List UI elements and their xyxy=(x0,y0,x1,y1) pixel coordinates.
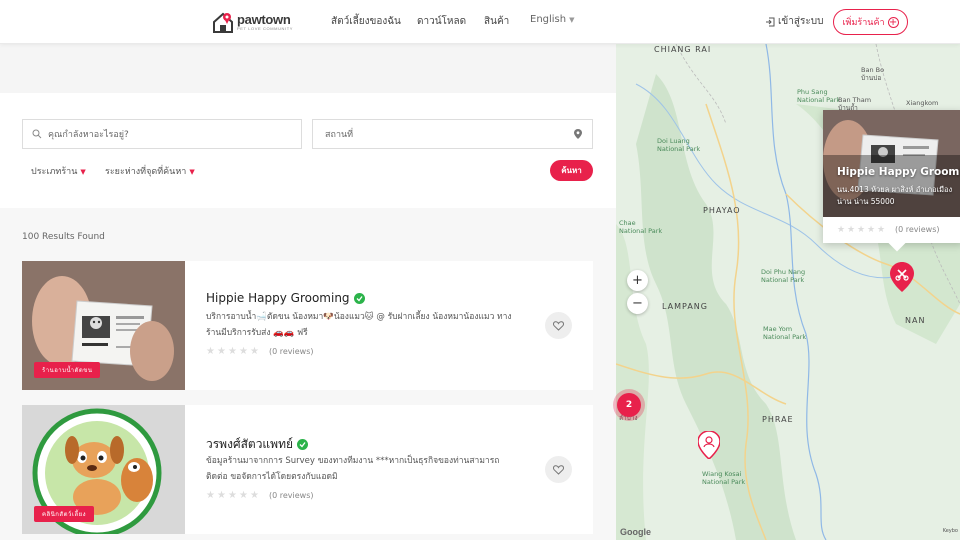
popup-title: Hippie Happy Grooming xyxy=(837,166,960,178)
distance-label: ระยะห่างที่จุดที่ค้นหา xyxy=(105,167,187,177)
login-link[interactable]: เข้าสู่ระบบ xyxy=(765,14,823,29)
star-icon: ★ xyxy=(239,346,248,357)
map-park-doi-luang: Doi Luang National Park xyxy=(657,137,701,153)
star-icon: ★ xyxy=(837,224,846,235)
star-icon: ★ xyxy=(217,346,226,357)
nav-download[interactable]: ดาวน์โหลด xyxy=(417,14,466,29)
category-badge: คลินิกสัตว์เลี้ยง xyxy=(34,506,95,522)
star-icon: ★ xyxy=(206,490,215,501)
listing-photo: ร้านอาบน้ำตัดขน xyxy=(22,261,185,390)
map-park-doi-phu-nang: Doi Phu Nang National Park xyxy=(761,268,806,284)
nav-my-pets[interactable]: สัตว์เลี้ยงของฉัน xyxy=(331,14,401,29)
listing-panel: คุณกำลังหาอะไรอยู่? สถานที่ ประเภทร้าน ▼ … xyxy=(0,44,616,540)
map-marker-grooming[interactable] xyxy=(890,262,914,292)
listing-title[interactable]: Hippie Happy Grooming xyxy=(206,291,365,305)
listing-card[interactable]: ร้านอาบน้ำตัดขน Hippie Happy Grooming บร… xyxy=(22,261,593,390)
search-placeholder: คุณกำลังหาอะไรอยู่? xyxy=(48,130,129,140)
listing-photo: คลินิกสัตว์เลี้ยง xyxy=(22,405,185,534)
popup-photo: Hippie Happy Grooming นน.4013 ห้วยล ผาสิ… xyxy=(823,110,960,217)
map-label-phrae: PHRAE xyxy=(762,415,794,424)
star-icon: ★ xyxy=(228,346,237,357)
listing-description: ข้อมูลร้านมาจากการ Survey ของทางทีมงาน *… xyxy=(206,456,500,482)
listing-name: Hippie Happy Grooming xyxy=(206,291,350,305)
zoom-out-button[interactable]: − xyxy=(627,293,648,314)
top-header: pawtown PET LOVE COMMUNITY สัตว์เลี้ยงขอ… xyxy=(0,0,960,44)
listing-card[interactable]: คลินิกสัตว์เลี้ยง วรพงศ์สัตวแพทย์ ข้อมูล… xyxy=(22,405,593,534)
results-count: 100 Results Found xyxy=(22,232,105,242)
map-town-ban-bo: Ban Bo บ้านบ่อ xyxy=(861,66,885,82)
listing-title[interactable]: วรพงศ์สัตวแพทย์ xyxy=(206,435,309,454)
favorite-button[interactable] xyxy=(545,456,572,483)
language-label: English xyxy=(530,14,567,25)
star-icon: ★ xyxy=(217,490,226,501)
category-badge: ร้านอาบน้ำตัดขน xyxy=(34,362,101,378)
house-pin-icon xyxy=(212,11,234,33)
search-icon xyxy=(32,129,42,139)
search-panel: คุณกำลังหาอะไรอยู่? สถานที่ ประเภทร้าน ▼ … xyxy=(0,93,616,208)
chevron-down-icon: ▼ xyxy=(80,168,86,176)
popup-rating: ★ ★ ★ ★ ★ (0 reviews) xyxy=(837,225,940,234)
map-park-wiang-kosai: Wiang Kosai National Park xyxy=(702,470,746,486)
pawtown-logo[interactable]: pawtown PET LOVE COMMUNITY xyxy=(212,10,293,34)
map-label-nan: NAN xyxy=(905,316,926,325)
heart-icon xyxy=(553,464,564,475)
map-label-lampang: LAMPANG xyxy=(662,302,708,311)
map-park-chae: Chae National Park xyxy=(619,219,663,235)
map-view[interactable]: CHIANG RAI PHAYAO LAMPANG PHRAE NAN Phu … xyxy=(616,44,960,540)
verified-check-icon xyxy=(297,439,309,450)
star-icon: ★ xyxy=(228,490,237,501)
login-label: เข้าสู่ระบบ xyxy=(778,16,824,27)
star-icon: ★ xyxy=(877,224,886,235)
store-type-label: ประเภทร้าน xyxy=(31,167,78,177)
rating-stars: ★ ★ ★ ★ ★ (0 reviews) xyxy=(206,346,314,357)
location-pin-icon xyxy=(574,129,582,139)
listing-name: วรพงศ์สัตวแพทย์ xyxy=(206,437,294,451)
language-selector[interactable]: English ▼ xyxy=(530,14,575,25)
review-count: (0 reviews) xyxy=(269,347,314,356)
map-info-popup[interactable]: Hippie Happy Grooming นน.4013 ห้วยล ผาสิ… xyxy=(823,110,960,252)
nav-products[interactable]: สินค้า xyxy=(484,14,509,29)
map-park-mae-yom: Mae Yom National Park xyxy=(763,325,807,341)
star-icon: ★ xyxy=(239,490,248,501)
google-attribution: Google xyxy=(620,527,651,537)
search-button[interactable]: ค้นหา xyxy=(550,160,593,181)
star-icon: ★ xyxy=(206,346,215,357)
brand-tagline: PET LOVE COMMUNITY xyxy=(237,26,294,31)
login-icon xyxy=(766,17,775,26)
location-input[interactable]: สถานที่ xyxy=(312,119,593,149)
location-placeholder: สถานที่ xyxy=(325,130,354,140)
star-icon: ★ xyxy=(857,224,866,235)
map-marker-clinic[interactable] xyxy=(698,431,720,459)
rating-stars: ★ ★ ★ ★ ★ (0 reviews) xyxy=(206,490,314,501)
map-label-phayao: PHAYAO xyxy=(703,206,741,215)
add-store-button[interactable]: เพิ่มร้านค้า + xyxy=(833,9,908,35)
popup-address: นน.4013 ห้วยล ผาสิงห์ อำเภอเมือง น่าน น่… xyxy=(837,185,953,206)
store-type-filter[interactable]: ประเภทร้าน ▼ xyxy=(31,164,86,178)
heart-icon xyxy=(553,320,564,331)
popup-review-count: (0 reviews) xyxy=(895,225,940,234)
zoom-in-button[interactable]: + xyxy=(627,270,648,291)
distance-filter[interactable]: ระยะห่างที่จุดที่ค้นหา ▼ xyxy=(105,164,195,178)
chevron-down-icon: ▼ xyxy=(189,168,195,176)
map-label-chiang-rai: CHIANG RAI xyxy=(654,45,712,54)
keyboard-shortcuts-link[interactable]: Keybo xyxy=(943,528,958,534)
add-store-label: เพิ่มร้านค้า xyxy=(842,18,885,28)
star-icon: ★ xyxy=(847,224,856,235)
star-icon: ★ xyxy=(867,224,876,235)
search-input[interactable]: คุณกำลังหาอะไรอยู่? xyxy=(22,119,302,149)
plus-circle-icon: + xyxy=(887,16,899,28)
map-cluster-marker[interactable]: 2 xyxy=(617,393,641,417)
banner-area xyxy=(0,44,616,93)
verified-check-icon xyxy=(353,292,365,304)
star-icon: ★ xyxy=(250,346,259,357)
chevron-down-icon: ▼ xyxy=(569,16,575,24)
brand-name: pawtown xyxy=(237,12,291,27)
favorite-button[interactable] xyxy=(545,312,572,339)
listing-description: บริการอาบน้ำ🛁ตัดขน น้องหมา🐶น้องแมว🐱 @ รั… xyxy=(206,312,512,338)
map-town-xiangkom: Xiangkom xyxy=(906,99,939,107)
review-count: (0 reviews) xyxy=(269,491,314,500)
map-park-phu-sang: Phu Sang National Park xyxy=(797,88,841,104)
star-icon: ★ xyxy=(250,490,259,501)
